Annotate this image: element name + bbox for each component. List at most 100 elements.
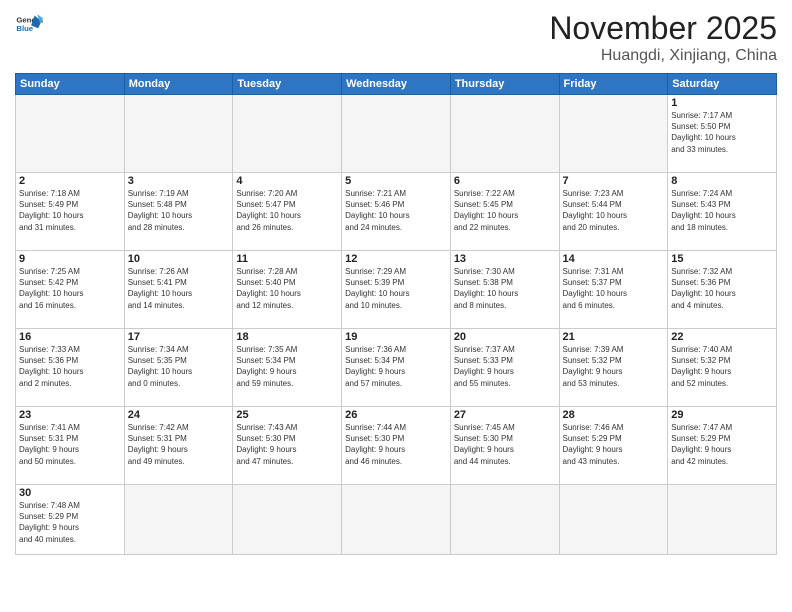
- calendar-cell: 7Sunrise: 7:23 AM Sunset: 5:44 PM Daylig…: [559, 173, 668, 251]
- calendar-cell: 2Sunrise: 7:18 AM Sunset: 5:49 PM Daylig…: [16, 173, 125, 251]
- calendar-cell: 6Sunrise: 7:22 AM Sunset: 5:45 PM Daylig…: [450, 173, 559, 251]
- day-info: Sunrise: 7:32 AM Sunset: 5:36 PM Dayligh…: [671, 266, 773, 311]
- calendar-cell: 16Sunrise: 7:33 AM Sunset: 5:36 PM Dayli…: [16, 329, 125, 407]
- day-number: 20: [454, 331, 556, 343]
- logo-icon: General Blue: [15, 10, 43, 38]
- day-info: Sunrise: 7:47 AM Sunset: 5:29 PM Dayligh…: [671, 422, 773, 467]
- day-info: Sunrise: 7:35 AM Sunset: 5:34 PM Dayligh…: [236, 344, 338, 389]
- day-info: Sunrise: 7:23 AM Sunset: 5:44 PM Dayligh…: [563, 188, 665, 233]
- day-number: 10: [128, 253, 230, 265]
- day-info: Sunrise: 7:36 AM Sunset: 5:34 PM Dayligh…: [345, 344, 447, 389]
- calendar-cell: 25Sunrise: 7:43 AM Sunset: 5:30 PM Dayli…: [233, 407, 342, 485]
- calendar-cell: 28Sunrise: 7:46 AM Sunset: 5:29 PM Dayli…: [559, 407, 668, 485]
- day-info: Sunrise: 7:41 AM Sunset: 5:31 PM Dayligh…: [19, 422, 121, 467]
- day-info: Sunrise: 7:17 AM Sunset: 5:50 PM Dayligh…: [671, 110, 773, 155]
- day-number: 17: [128, 331, 230, 343]
- day-info: Sunrise: 7:48 AM Sunset: 5:29 PM Dayligh…: [19, 500, 121, 545]
- day-number: 9: [19, 253, 121, 265]
- calendar-cell: 14Sunrise: 7:31 AM Sunset: 5:37 PM Dayli…: [559, 251, 668, 329]
- calendar-cell: 8Sunrise: 7:24 AM Sunset: 5:43 PM Daylig…: [668, 173, 777, 251]
- calendar-cell: 4Sunrise: 7:20 AM Sunset: 5:47 PM Daylig…: [233, 173, 342, 251]
- calendar-cell: 9Sunrise: 7:25 AM Sunset: 5:42 PM Daylig…: [16, 251, 125, 329]
- day-info: Sunrise: 7:20 AM Sunset: 5:47 PM Dayligh…: [236, 188, 338, 233]
- calendar-week-4: 16Sunrise: 7:33 AM Sunset: 5:36 PM Dayli…: [16, 329, 777, 407]
- day-number: 2: [19, 175, 121, 187]
- calendar-cell: [342, 485, 451, 555]
- day-number: 11: [236, 253, 338, 265]
- calendar-cell: 13Sunrise: 7:30 AM Sunset: 5:38 PM Dayli…: [450, 251, 559, 329]
- day-number: 24: [128, 409, 230, 421]
- day-info: Sunrise: 7:33 AM Sunset: 5:36 PM Dayligh…: [19, 344, 121, 389]
- weekday-header-friday: Friday: [559, 74, 668, 95]
- day-info: Sunrise: 7:18 AM Sunset: 5:49 PM Dayligh…: [19, 188, 121, 233]
- calendar-cell: 5Sunrise: 7:21 AM Sunset: 5:46 PM Daylig…: [342, 173, 451, 251]
- day-number: 25: [236, 409, 338, 421]
- calendar-cell: 11Sunrise: 7:28 AM Sunset: 5:40 PM Dayli…: [233, 251, 342, 329]
- day-info: Sunrise: 7:43 AM Sunset: 5:30 PM Dayligh…: [236, 422, 338, 467]
- weekday-header-monday: Monday: [124, 74, 233, 95]
- day-number: 26: [345, 409, 447, 421]
- day-info: Sunrise: 7:46 AM Sunset: 5:29 PM Dayligh…: [563, 422, 665, 467]
- calendar-cell: [342, 95, 451, 173]
- calendar-week-1: 1Sunrise: 7:17 AM Sunset: 5:50 PM Daylig…: [16, 95, 777, 173]
- day-number: 7: [563, 175, 665, 187]
- calendar-cell: [559, 95, 668, 173]
- calendar-table: SundayMondayTuesdayWednesdayThursdayFrid…: [15, 73, 777, 555]
- calendar-week-2: 2Sunrise: 7:18 AM Sunset: 5:49 PM Daylig…: [16, 173, 777, 251]
- calendar-cell: [668, 485, 777, 555]
- weekday-header-wednesday: Wednesday: [342, 74, 451, 95]
- day-number: 16: [19, 331, 121, 343]
- day-number: 5: [345, 175, 447, 187]
- calendar-cell: [233, 485, 342, 555]
- calendar-cell: [16, 95, 125, 173]
- calendar-cell: 29Sunrise: 7:47 AM Sunset: 5:29 PM Dayli…: [668, 407, 777, 485]
- calendar-week-3: 9Sunrise: 7:25 AM Sunset: 5:42 PM Daylig…: [16, 251, 777, 329]
- calendar-cell: [450, 95, 559, 173]
- title-block: November 2025 Huangdi, Xinjiang, China: [549, 10, 777, 65]
- logo: General Blue: [15, 10, 43, 38]
- calendar-cell: 10Sunrise: 7:26 AM Sunset: 5:41 PM Dayli…: [124, 251, 233, 329]
- day-number: 8: [671, 175, 773, 187]
- calendar-cell: 27Sunrise: 7:45 AM Sunset: 5:30 PM Dayli…: [450, 407, 559, 485]
- day-info: Sunrise: 7:28 AM Sunset: 5:40 PM Dayligh…: [236, 266, 338, 311]
- day-info: Sunrise: 7:24 AM Sunset: 5:43 PM Dayligh…: [671, 188, 773, 233]
- day-info: Sunrise: 7:42 AM Sunset: 5:31 PM Dayligh…: [128, 422, 230, 467]
- day-number: 19: [345, 331, 447, 343]
- day-info: Sunrise: 7:26 AM Sunset: 5:41 PM Dayligh…: [128, 266, 230, 311]
- weekday-header-sunday: Sunday: [16, 74, 125, 95]
- calendar-cell: 20Sunrise: 7:37 AM Sunset: 5:33 PM Dayli…: [450, 329, 559, 407]
- day-info: Sunrise: 7:44 AM Sunset: 5:30 PM Dayligh…: [345, 422, 447, 467]
- day-number: 27: [454, 409, 556, 421]
- calendar-cell: 19Sunrise: 7:36 AM Sunset: 5:34 PM Dayli…: [342, 329, 451, 407]
- calendar-cell: 3Sunrise: 7:19 AM Sunset: 5:48 PM Daylig…: [124, 173, 233, 251]
- calendar-week-6: 30Sunrise: 7:48 AM Sunset: 5:29 PM Dayli…: [16, 485, 777, 555]
- calendar-week-5: 23Sunrise: 7:41 AM Sunset: 5:31 PM Dayli…: [16, 407, 777, 485]
- calendar-cell: 15Sunrise: 7:32 AM Sunset: 5:36 PM Dayli…: [668, 251, 777, 329]
- calendar-cell: 23Sunrise: 7:41 AM Sunset: 5:31 PM Dayli…: [16, 407, 125, 485]
- calendar-cell: 1Sunrise: 7:17 AM Sunset: 5:50 PM Daylig…: [668, 95, 777, 173]
- day-number: 1: [671, 97, 773, 109]
- day-number: 6: [454, 175, 556, 187]
- weekday-header-saturday: Saturday: [668, 74, 777, 95]
- calendar-cell: [559, 485, 668, 555]
- day-info: Sunrise: 7:40 AM Sunset: 5:32 PM Dayligh…: [671, 344, 773, 389]
- day-info: Sunrise: 7:22 AM Sunset: 5:45 PM Dayligh…: [454, 188, 556, 233]
- day-number: 22: [671, 331, 773, 343]
- day-number: 30: [19, 487, 121, 499]
- calendar-cell: 30Sunrise: 7:48 AM Sunset: 5:29 PM Dayli…: [16, 485, 125, 555]
- day-number: 13: [454, 253, 556, 265]
- day-number: 3: [128, 175, 230, 187]
- weekday-header-thursday: Thursday: [450, 74, 559, 95]
- calendar-cell: 12Sunrise: 7:29 AM Sunset: 5:39 PM Dayli…: [342, 251, 451, 329]
- day-info: Sunrise: 7:37 AM Sunset: 5:33 PM Dayligh…: [454, 344, 556, 389]
- calendar-cell: [450, 485, 559, 555]
- day-info: Sunrise: 7:21 AM Sunset: 5:46 PM Dayligh…: [345, 188, 447, 233]
- day-number: 23: [19, 409, 121, 421]
- page-header: General Blue November 2025 Huangdi, Xinj…: [15, 10, 777, 65]
- day-info: Sunrise: 7:30 AM Sunset: 5:38 PM Dayligh…: [454, 266, 556, 311]
- calendar-cell: 24Sunrise: 7:42 AM Sunset: 5:31 PM Dayli…: [124, 407, 233, 485]
- day-info: Sunrise: 7:34 AM Sunset: 5:35 PM Dayligh…: [128, 344, 230, 389]
- calendar-cell: 22Sunrise: 7:40 AM Sunset: 5:32 PM Dayli…: [668, 329, 777, 407]
- calendar-cell: 18Sunrise: 7:35 AM Sunset: 5:34 PM Dayli…: [233, 329, 342, 407]
- weekday-header-tuesday: Tuesday: [233, 74, 342, 95]
